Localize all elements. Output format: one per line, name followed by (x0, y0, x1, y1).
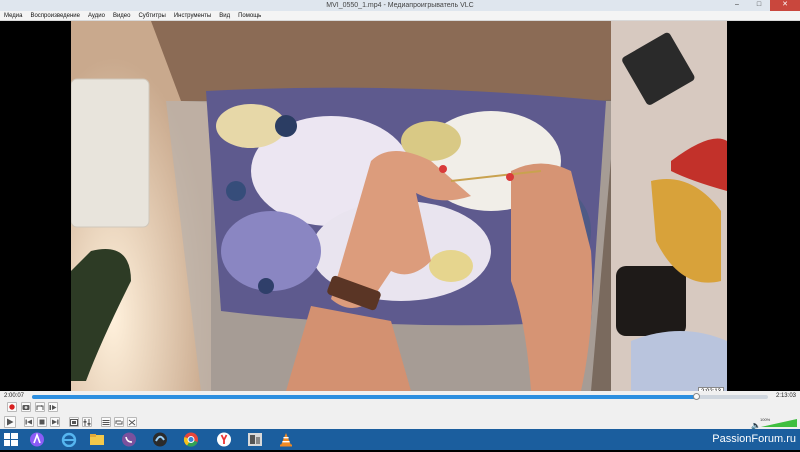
extended-settings-icon[interactable] (82, 417, 92, 427)
next-icon[interactable] (50, 417, 60, 427)
total-time[interactable]: 2:13:03 (776, 393, 796, 399)
menu-subtitles[interactable]: Субтитры (134, 11, 169, 20)
photo-app-icon[interactable] (247, 432, 263, 447)
control-panel: 2:00:07 2:13:03 🔈 100% (0, 391, 800, 430)
elapsed-time[interactable]: 2:00:07 (4, 393, 24, 399)
menu-audio[interactable]: Аудио (84, 11, 109, 20)
internet-explorer-icon[interactable] (61, 432, 77, 448)
seek-progress (32, 395, 696, 399)
menu-video[interactable]: Видео (109, 11, 135, 20)
title-bar: MVI_0550_1.mp4 - Медиапроигрыватель VLC … (0, 0, 800, 11)
minimize-button[interactable]: – (726, 0, 748, 11)
fullscreen-icon[interactable] (69, 417, 79, 427)
edge-chromium-icon[interactable] (152, 432, 168, 447)
previous-icon[interactable] (24, 417, 34, 427)
menu-playback[interactable]: Воспроизведение (26, 11, 84, 20)
shuffle-icon[interactable] (127, 417, 137, 427)
window-title: MVI_0550_1.mp4 - Медиапроигрыватель VLC (326, 2, 474, 9)
yandex-browser-icon[interactable] (216, 432, 232, 447)
yandex-alice-icon[interactable] (29, 432, 45, 447)
watermark: PassionForum.ru (712, 433, 796, 445)
snapshot-icon[interactable] (21, 402, 31, 412)
close-button[interactable]: ✕ (770, 0, 800, 11)
playlist-icon[interactable] (101, 417, 111, 427)
taskbar: PassionForum.ru (0, 429, 800, 450)
loop-ab-icon[interactable] (35, 402, 45, 412)
record-icon[interactable] (7, 402, 17, 412)
seek-handle[interactable] (692, 393, 700, 400)
play-icon[interactable] (4, 416, 16, 428)
menu-view[interactable]: Вид (215, 11, 234, 20)
volume-slider[interactable] (761, 419, 797, 427)
menu-media[interactable]: Медиа (0, 11, 26, 20)
menu-bar: Медиа Воспроизведение Аудио Видео Субтит… (0, 11, 800, 21)
window-buttons: – □ ✕ (726, 0, 800, 11)
maximize-button[interactable]: □ (748, 0, 770, 11)
video-scene (71, 21, 727, 391)
video-area[interactable]: 2:02:13 (0, 21, 800, 397)
video-frame[interactable] (71, 21, 727, 391)
menu-tools[interactable]: Инструменты (170, 11, 215, 20)
viber-icon[interactable] (121, 432, 137, 447)
file-explorer-icon[interactable] (89, 432, 105, 447)
menu-help[interactable]: Помощь (234, 11, 265, 20)
seek-bar[interactable] (32, 393, 768, 400)
chrome-icon[interactable] (183, 432, 199, 447)
start-icon[interactable] (4, 433, 20, 448)
vlc-icon[interactable] (278, 432, 294, 447)
stop-icon[interactable] (37, 417, 47, 427)
frame-step-icon[interactable] (48, 402, 58, 412)
loop-icon[interactable] (114, 417, 124, 427)
